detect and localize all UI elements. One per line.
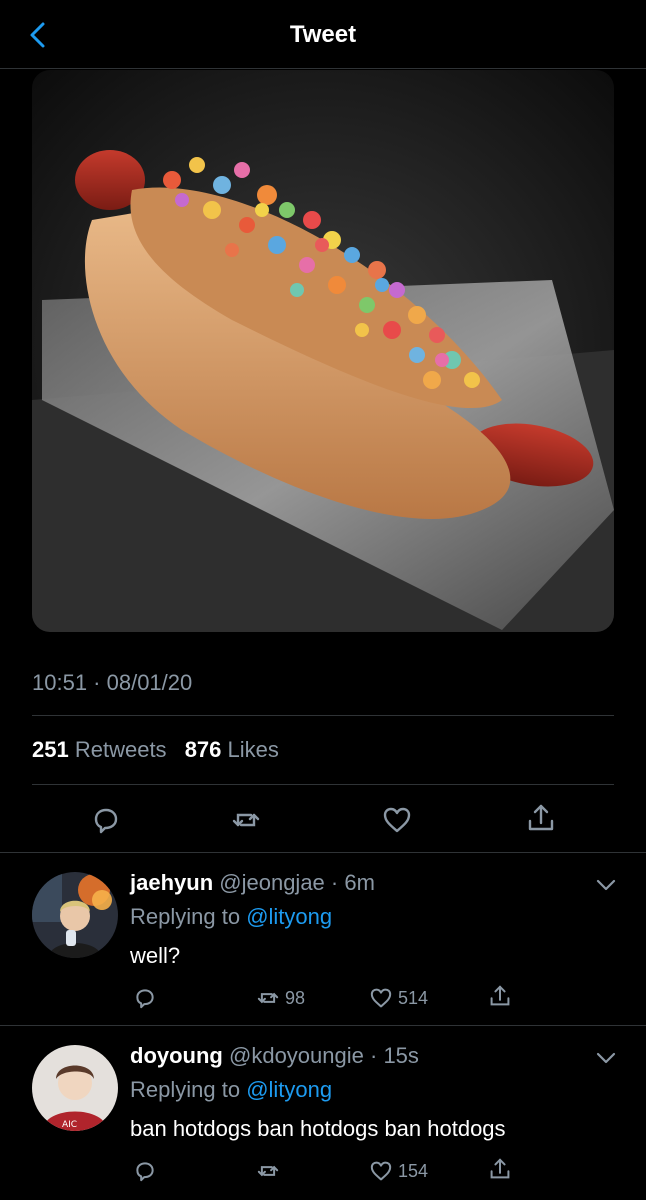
replying-to-line: Replying to @lityong	[130, 1077, 332, 1103]
retweet-count: 98	[285, 987, 306, 1008]
like-button[interactable]: 514	[368, 985, 428, 1011]
avatar[interactable]	[32, 872, 118, 958]
svg-text:AIC: AIC	[62, 1120, 77, 1130]
retweet-icon	[257, 1165, 279, 1177]
page-title: Tweet	[289, 21, 357, 48]
avatar[interactable]: AIC	[32, 1045, 118, 1131]
replying-to-mention[interactable]: @lityong	[246, 1077, 332, 1102]
reply-icon	[136, 1162, 154, 1182]
replying-to-line: Replying to @lityong	[130, 904, 332, 930]
reply-time: · 6m	[330, 870, 375, 895]
replying-to-prefix: Replying to	[130, 1077, 241, 1102]
share-icon	[490, 1158, 510, 1179]
tweet-timestamp: 10:51 · 08/01/20	[32, 670, 193, 695]
divider	[32, 715, 614, 716]
divider	[32, 784, 614, 785]
nav-bar: Tweet	[0, 0, 646, 69]
likes-label[interactable]: Likes	[228, 737, 279, 762]
reply-author-name[interactable]: jaehyun	[130, 870, 213, 895]
reply-author-handle[interactable]: @jeongjae	[219, 870, 325, 895]
like-icon	[370, 1161, 392, 1181]
reply-icon[interactable]	[89, 803, 123, 837]
reply-button[interactable]	[132, 1158, 158, 1184]
reply-text: ban hotdogs ban hotdogs ban hotdogs	[130, 1116, 506, 1141]
like-count: 154	[398, 1160, 429, 1181]
retweet-icon[interactable]	[229, 803, 263, 837]
reply-item[interactable]: jaehyun @jeongjae · 6m Replying to @lity…	[0, 853, 646, 1025]
retweets-count[interactable]: 251	[32, 737, 69, 762]
reply-item[interactable]: AIC doyoung @kdoyoungie · 15s Replying t…	[0, 1026, 646, 1200]
share-icon	[490, 985, 510, 1006]
tweet-stats: 251 Retweets 876 Likes	[32, 737, 291, 763]
share-button[interactable]	[487, 1156, 513, 1182]
reply-icon	[136, 989, 154, 1009]
replying-to-prefix: Replying to	[130, 904, 241, 929]
reply-header: jaehyun @jeongjae · 6m	[130, 870, 375, 896]
reply-author-name[interactable]: doyoung	[130, 1043, 223, 1068]
like-icon[interactable]	[380, 803, 414, 837]
reply-text: well?	[130, 943, 181, 968]
tweet-image[interactable]	[32, 70, 614, 632]
retweet-button[interactable]: 98	[255, 985, 305, 1011]
like-button[interactable]: 154	[368, 1158, 428, 1184]
retweet-button[interactable]	[255, 1158, 285, 1184]
replying-to-mention[interactable]: @lityong	[246, 904, 332, 929]
chevron-down-icon[interactable]	[596, 878, 616, 892]
like-count: 514	[398, 987, 429, 1008]
reply-time: · 15s	[370, 1043, 419, 1068]
retweets-label[interactable]: Retweets	[75, 737, 167, 762]
share-icon[interactable]	[524, 801, 558, 835]
reply-header: doyoung @kdoyoungie · 15s	[130, 1043, 419, 1069]
likes-count[interactable]: 876	[185, 737, 222, 762]
retweet-icon	[257, 992, 279, 1004]
share-button[interactable]	[487, 983, 513, 1009]
like-icon	[370, 988, 392, 1008]
reply-author-handle[interactable]: @kdoyoungie	[229, 1043, 364, 1068]
chevron-down-icon[interactable]	[596, 1051, 616, 1065]
reply-button[interactable]	[132, 985, 158, 1011]
